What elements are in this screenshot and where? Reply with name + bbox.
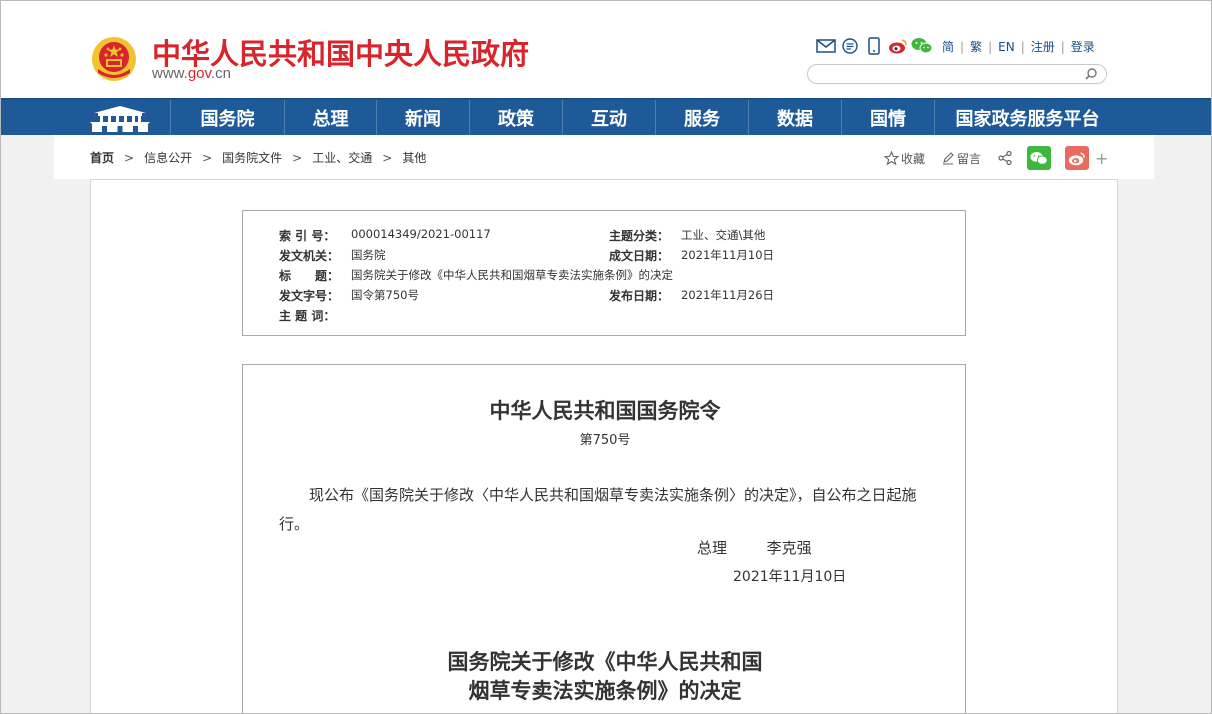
collect-label: 收藏 bbox=[901, 151, 926, 166]
nav-item-news[interactable]: 新闻 bbox=[376, 100, 469, 135]
meta-publish-date-label: 发布日期： bbox=[609, 289, 670, 303]
weibo-share-icon[interactable] bbox=[1065, 146, 1090, 170]
breadcrumb-info-disclosure[interactable]: 信息公开 bbox=[144, 149, 192, 166]
nav-item-premier[interactable]: 总理 bbox=[284, 100, 376, 135]
meta-title-label: 标 题： bbox=[279, 269, 340, 283]
meta-publish-date: 发布日期： 2021年11月26日 bbox=[609, 287, 774, 304]
weibo-icon[interactable] bbox=[886, 36, 910, 56]
meta-title: 标 题： 国务院关于修改《中华人民共和国烟草专卖法实施条例》的决定 bbox=[279, 267, 673, 284]
meta-doc-no-label: 发文字号： bbox=[279, 289, 340, 303]
doc-signer: 总理 李克强 bbox=[697, 537, 812, 558]
top-link-register[interactable]: 注册 bbox=[1031, 38, 1055, 55]
signer-name: 李克强 bbox=[766, 539, 812, 557]
national-emblem-icon[interactable] bbox=[90, 35, 138, 83]
more-share-icon[interactable]: + bbox=[1095, 149, 1108, 168]
document-body: 中华人民共和国国务院令 第750号 现公布《国务院关于修改〈中华人民共和国烟草专… bbox=[242, 364, 966, 714]
url-domain: gov bbox=[187, 65, 211, 82]
doc-title: 中华人民共和国国务院令 bbox=[489, 398, 721, 423]
meta-index-value: 000014349/2021-00117 bbox=[351, 227, 491, 241]
document-metadata: 索 引 号： 000014349/2021-00117 主题分类： 工业、交通\… bbox=[242, 210, 966, 336]
nav-item-interaction[interactable]: 互动 bbox=[562, 100, 655, 135]
meta-publish-date-value: 2021年11月26日 bbox=[681, 288, 775, 302]
top-link-simplified[interactable]: 简 bbox=[942, 38, 954, 55]
search-box bbox=[807, 64, 1107, 84]
site-header: 中华人民共和国中央人民政府 www.gov.cn 简 | 繁 | EN | 注册… bbox=[0, 0, 1212, 98]
chevron-right-icon: > bbox=[292, 150, 303, 165]
nav-item-data[interactable]: 数据 bbox=[748, 100, 841, 135]
meta-doc-no: 发文字号： 国令第750号 bbox=[279, 287, 419, 304]
top-link-english[interactable]: EN bbox=[998, 40, 1015, 54]
meta-title-value: 国务院关于修改《中华人民共和国烟草专卖法实施条例》的决定 bbox=[351, 268, 673, 282]
meta-date-written: 成文日期： 2021年11月10日 bbox=[609, 247, 774, 264]
meta-keywords-label: 主 题 词： bbox=[279, 309, 336, 323]
nav-item-policy[interactable]: 政策 bbox=[469, 100, 562, 135]
wechat-share-icon[interactable] bbox=[1027, 146, 1052, 170]
rss-icon[interactable] bbox=[838, 36, 862, 56]
separator: | bbox=[1020, 39, 1025, 54]
chevron-right-icon: > bbox=[382, 150, 393, 165]
search-input[interactable] bbox=[818, 67, 1078, 81]
chevron-right-icon: > bbox=[202, 150, 213, 165]
chevron-right-icon: > bbox=[124, 150, 135, 165]
separator: | bbox=[960, 39, 965, 54]
breadcrumb-home[interactable]: 首页 bbox=[90, 149, 114, 166]
doc-subtitle-line2: 烟草专卖法实施条例》的决定 bbox=[468, 678, 742, 703]
mail-icon[interactable] bbox=[814, 36, 838, 56]
pencil-icon bbox=[943, 152, 954, 165]
meta-category-value: 工业、交通\其他 bbox=[681, 228, 766, 242]
nav-item-gov-service-platform[interactable]: 国家政务服务平台 bbox=[934, 100, 1120, 135]
mobile-icon[interactable] bbox=[862, 36, 886, 56]
doc-subtitle: 国务院关于修改《中华人民共和国 烟草专卖法实施条例》的决定 bbox=[243, 647, 967, 705]
site-url[interactable]: www.gov.cn bbox=[152, 65, 231, 82]
top-link-login[interactable]: 登录 bbox=[1071, 38, 1095, 55]
search-icon[interactable] bbox=[1084, 67, 1098, 81]
nav-item-service[interactable]: 服务 bbox=[655, 100, 748, 135]
star-icon bbox=[884, 150, 899, 165]
meta-issuer-label: 发文机关： bbox=[279, 249, 340, 263]
top-icon-bar bbox=[814, 36, 934, 56]
breadcrumb: 首页 > 信息公开 > 国务院文件 > 工业、交通 > 其他 bbox=[90, 149, 426, 166]
meta-category: 主题分类： 工业、交通\其他 bbox=[609, 227, 765, 244]
doc-sign-date: 2021年11月10日 bbox=[733, 569, 847, 585]
comment-button[interactable]: 留言 bbox=[941, 150, 981, 167]
breadcrumb-other[interactable]: 其他 bbox=[402, 149, 426, 166]
separator: | bbox=[1060, 39, 1065, 54]
meta-keywords: 主 题 词： bbox=[279, 307, 351, 324]
meta-index: 索 引 号： 000014349/2021-00117 bbox=[279, 227, 491, 244]
wechat-icon[interactable] bbox=[910, 36, 934, 56]
comment-label: 留言 bbox=[957, 151, 982, 166]
main-nav: 国务院 总理 新闻 政策 互动 服务 数据 国情 国家政务服务平台 bbox=[0, 98, 1212, 135]
signer-role: 总理 bbox=[697, 539, 728, 557]
top-link-traditional[interactable]: 繁 bbox=[970, 38, 982, 55]
meta-date-written-label: 成文日期： bbox=[609, 249, 670, 263]
share-toolbar: 收藏 留言 + bbox=[884, 146, 1108, 170]
doc-paragraph: 现公布《国务院关于修改〈中华人民共和国烟草专卖法实施条例〉的决定》，自公布之日起… bbox=[279, 486, 917, 533]
nav-item-national-info[interactable]: 国情 bbox=[841, 100, 934, 135]
meta-category-label: 主题分类： bbox=[609, 229, 670, 243]
tiananmen-icon[interactable] bbox=[88, 102, 152, 134]
nav-items: 国务院 总理 新闻 政策 互动 服务 数据 国情 国家政务服务平台 bbox=[170, 100, 1120, 135]
doc-number: 第750号 bbox=[579, 433, 631, 448]
breadcrumb-industry-transport[interactable]: 工业、交通 bbox=[312, 149, 372, 166]
breadcrumb-bar: 首页 > 信息公开 > 国务院文件 > 工业、交通 > 其他 收藏 留言 + bbox=[54, 135, 1154, 179]
nav-item-state-council[interactable]: 国务院 bbox=[170, 100, 284, 135]
meta-doc-no-value: 国令第750号 bbox=[351, 288, 419, 302]
url-suffix: .cn bbox=[210, 65, 231, 82]
meta-date-written-value: 2021年11月10日 bbox=[681, 248, 775, 262]
meta-issuer: 发文机关： 国务院 bbox=[279, 247, 386, 264]
separator: | bbox=[988, 39, 993, 54]
doc-subtitle-line1: 国务院关于修改《中华人民共和国 bbox=[447, 649, 763, 674]
meta-index-label: 索 引 号： bbox=[279, 229, 336, 243]
breadcrumb-state-council-docs[interactable]: 国务院文件 bbox=[222, 149, 282, 166]
share-icon[interactable] bbox=[997, 150, 1013, 166]
top-links: 简 | 繁 | EN | 注册 | 登录 bbox=[942, 38, 1095, 55]
url-prefix: www. bbox=[152, 65, 188, 82]
meta-issuer-value: 国务院 bbox=[351, 248, 386, 262]
collect-button[interactable]: 收藏 bbox=[884, 150, 925, 167]
